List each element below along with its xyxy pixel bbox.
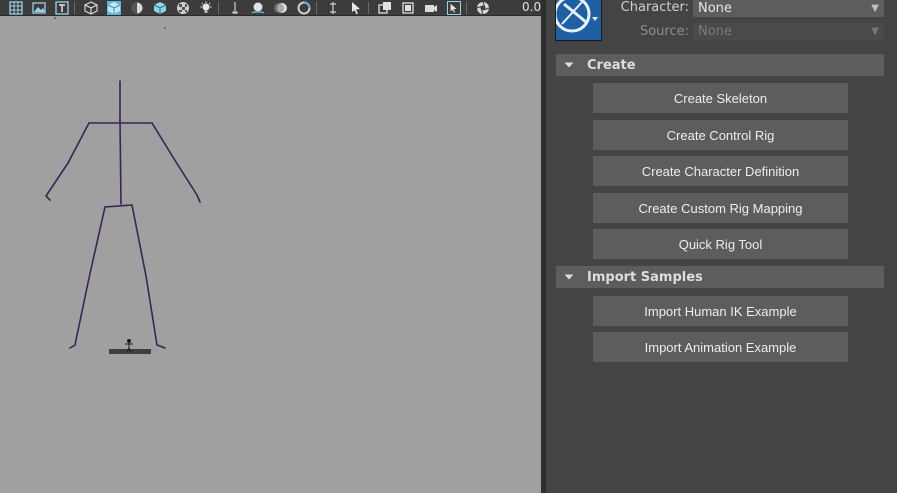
source-label: Source: bbox=[639, 24, 689, 39]
viewport-canvas[interactable] bbox=[0, 16, 541, 493]
image-plane-icon[interactable] bbox=[32, 1, 46, 15]
viewport-pane[interactable]: 0.00 bbox=[0, 0, 541, 493]
import-samples-section-title: Import Samples bbox=[587, 269, 703, 285]
chevron-down-icon: ▼ bbox=[871, 26, 879, 37]
skeleton-right-arm[interactable] bbox=[151, 122, 201, 203]
create-section-header[interactable]: Create bbox=[556, 54, 884, 76]
skeleton-hip-bone[interactable] bbox=[104, 204, 133, 208]
skeleton-left-arm[interactable] bbox=[45, 122, 90, 201]
select-arrow-icon[interactable] bbox=[349, 1, 363, 15]
create-control-rig-button[interactable]: Create Control Rig bbox=[593, 120, 848, 150]
source-value: None bbox=[698, 24, 732, 39]
viewport-toolbar: 0.00 bbox=[0, 0, 541, 16]
skeleton-right-leg[interactable] bbox=[131, 204, 166, 349]
skeleton[interactable] bbox=[45, 80, 201, 349]
humanik-panel: Character: None ▼ Source: None ▼ Create … bbox=[546, 0, 897, 493]
character-label: Character: bbox=[620, 0, 689, 15]
isolate-icon[interactable] bbox=[378, 1, 392, 15]
shadow-icon[interactable] bbox=[228, 1, 242, 15]
textured-cube-icon[interactable] bbox=[153, 1, 167, 15]
viewport-speck bbox=[164, 27, 166, 29]
grid-icon[interactable] bbox=[9, 0, 23, 15]
create-character-definition-button[interactable]: Create Character Definition bbox=[593, 156, 848, 186]
ambient-occlusion-icon[interactable] bbox=[251, 1, 265, 15]
collapse-arrow-icon bbox=[564, 272, 574, 282]
import-animation-example-button[interactable]: Import Animation Example bbox=[593, 332, 848, 362]
toolbar-separator bbox=[74, 1, 75, 14]
toolbar-separator bbox=[368, 1, 369, 14]
import-human-ik-example-button[interactable]: Import Human IK Example bbox=[593, 296, 848, 326]
collapse-arrow-icon bbox=[564, 60, 574, 70]
layers-icon[interactable] bbox=[401, 1, 415, 15]
source-dropdown[interactable]: None ▼ bbox=[693, 23, 884, 40]
xray-icon[interactable] bbox=[326, 1, 340, 15]
skeleton-spine-bone[interactable] bbox=[119, 119, 122, 205]
character-dropdown[interactable]: None ▼ bbox=[693, 0, 884, 17]
wireframe-cube-icon[interactable] bbox=[84, 0, 98, 15]
character-value: None bbox=[698, 1, 732, 16]
create-skeleton-button[interactable]: Create Skeleton bbox=[593, 83, 848, 113]
toolbar-separator bbox=[218, 1, 219, 14]
motion-blur-icon[interactable] bbox=[274, 1, 288, 15]
checker-icon[interactable] bbox=[176, 1, 190, 15]
chevron-down-icon: ▼ bbox=[871, 3, 879, 14]
toolbar-value-field[interactable]: 0.00 bbox=[522, 0, 541, 16]
quick-rig-tool-button[interactable]: Quick Rig Tool bbox=[593, 229, 848, 259]
light-bulb-icon[interactable] bbox=[199, 1, 213, 15]
shaded-cube-icon[interactable] bbox=[107, 0, 121, 15]
create-custom-rig-mapping-button[interactable]: Create Custom Rig Mapping bbox=[593, 193, 848, 223]
toolbar-separator bbox=[466, 1, 467, 14]
viewport-speck bbox=[54, 17, 56, 19]
toolbar-separator bbox=[316, 1, 317, 14]
lighting-icon[interactable] bbox=[130, 1, 144, 15]
active-tool-icon[interactable] bbox=[447, 0, 461, 15]
text-icon[interactable] bbox=[55, 0, 69, 15]
aperture-icon[interactable] bbox=[476, 1, 490, 15]
skeleton-left-leg[interactable] bbox=[69, 206, 106, 349]
create-section-title: Create bbox=[587, 57, 636, 73]
antialias-icon[interactable] bbox=[297, 1, 311, 15]
import-samples-section-header[interactable]: Import Samples bbox=[556, 266, 884, 288]
camera-icon[interactable] bbox=[424, 1, 438, 15]
